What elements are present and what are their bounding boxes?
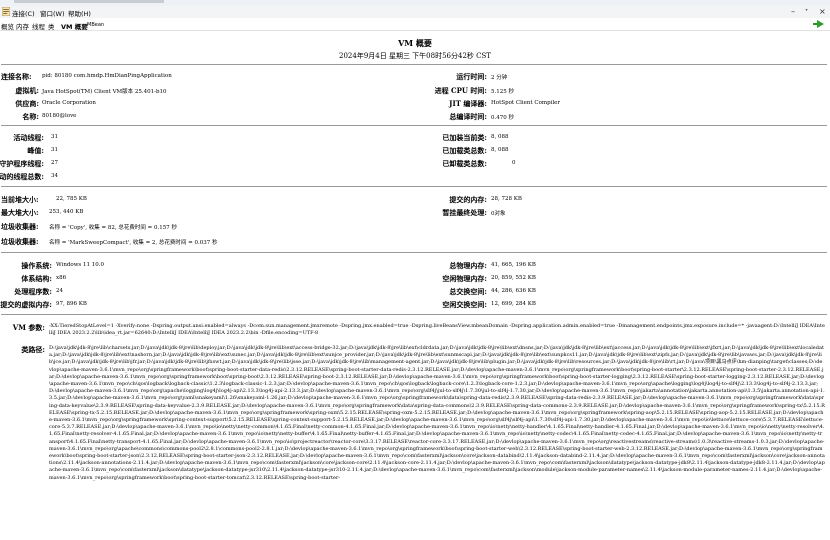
tab-mbeans[interactable]: MBean [87,22,104,28]
tab-threads[interactable]: 线程 [32,21,45,31]
gc1-label: 垃圾收集器: [1,222,39,231]
menu-window[interactable]: 窗口(W) [40,8,65,18]
cpus-value: 24 [56,288,63,294]
menu-help[interactable]: 帮助(H) [68,8,91,18]
tab-bar: 概览 内存 线程 类 VM 概要 MBean [0,18,830,31]
divider [1,125,827,126]
tab-vm-summary[interactable]: VM 概要 [61,21,88,31]
tab-overview[interactable]: 概览 [1,21,14,31]
vendor-value: Oracle Corporation [42,100,96,106]
summary-header: VM 概要 2024年9月4日 星期三 下午08时56分42秒 CST [0,38,830,61]
live-threads-value: 31 [51,134,58,140]
heap-size-value: 22, 785 KB [56,196,87,202]
uptime-label: 运行时间: [456,72,487,81]
gc1-value: 名称 = 'Copy', 收集 = 82, 总花费时间 = 0.157 秒 [49,225,177,231]
process-cpu-value: 5.125 秒 [491,89,514,95]
vm-value: Java HotSpot(TM) Client VM版本 25.401-b10 [42,89,167,95]
live-threads-label: 活动线程: [13,133,44,142]
os-label: 操作系统: [21,261,52,270]
divider [1,186,827,187]
swap-space-label: 总交换空间: [449,287,487,296]
divider [1,314,827,315]
page-title: VM 概要 [398,38,432,48]
classpath-label: 类路径: [21,345,45,354]
classpath-value: D:\java\jdk\jdk-8\jre\lib\charsets.jar;D… [49,345,825,481]
unloaded-classes-label: 已卸载类总数: [442,159,487,168]
connection-name-label: 连接名称: [1,72,32,81]
started-threads-value: 34 [51,173,58,179]
loaded-classes-label: 已加装当前类: [442,133,487,142]
restore-icon[interactable]: ᐩ [805,7,808,16]
gc2-label: 垃圾收集器: [1,237,39,246]
pending-finalization-value: 0对象 [491,211,506,217]
free-physical-memory-value: 20, 859, 552 KB [491,275,536,281]
os-value: Windows 11 10.0 [56,262,104,268]
loaded-classes-value: 8, 088 [491,134,509,140]
heap-size-label: 当前堆大小: [1,195,39,204]
daemon-threads-label: 守护程序线程: [0,159,44,168]
max-heap-label: 最大堆大小: [1,208,39,217]
connection-name-value: pid: 80180 com.hmdp.HmDianPingApplicatio… [42,73,172,79]
physical-memory-label: 总物理内存: [449,261,487,270]
vendor-label: 供应商: [15,99,39,108]
jit-label: JIT 编译器: [449,99,487,108]
unloaded-classes-value: 0 [512,160,516,166]
arch-value: x86 [56,275,67,281]
tab-classes[interactable]: 类 [48,21,55,31]
menu-connection[interactable]: 连接(C) [12,8,35,18]
page-timestamp: 2024年9月4日 星期三 下午08时56分42秒 CST [339,52,491,60]
gc2-value: 名称 = 'MarkSweepCompact', 收集 = 2, 总花费时间 =… [49,240,218,246]
free-swap-space-value: 12, 699, 284 KB [491,301,536,307]
total-loaded-classes-value: 8, 088 [491,147,509,153]
virtual-memory-label: 提交的虚拟内存: [0,300,52,309]
peak-threads-value: 31 [51,147,58,153]
virtual-memory-value: 97, 896 KB [56,301,87,307]
vm-args-value: -XX:TieredStopAtLevel=1 -Xverify:none -D… [49,323,825,337]
compile-time-value: 0.470 秒 [491,115,514,121]
committed-memory-label: 提交的内存: [449,195,487,204]
divider [1,64,827,65]
arch-label: 体系结构: [21,274,52,283]
peak-threads-label: 峰值: [27,146,44,155]
committed-memory-value: 28, 728 KB [491,196,522,202]
free-physical-memory-label: 空闲物理内存: [442,274,487,283]
max-heap-value: 253, 440 KB [49,209,84,215]
connection-status-icon [813,20,824,28]
jit-value: HotSpot Client Compiler [491,100,561,106]
vm-args-label: VM 参数: [12,323,45,332]
vm-label: 虚拟机: [15,86,39,95]
name-label: 名称: [22,112,39,121]
window-title-fragment [14,0,164,3]
free-swap-space-label: 空闲交换空间: [442,300,487,309]
close-icon[interactable]: × [819,7,826,16]
started-threads-label: 启动的线程总数: [0,172,44,181]
jconsole-app-icon [2,7,10,16]
swap-space-value: 44, 286, 636 KB [491,288,536,294]
uptime-value: 2 分钟 [491,75,508,81]
physical-memory-value: 41, 665, 196 KB [491,262,536,268]
minimize-icon[interactable]: – [791,7,795,16]
pending-finalization-label: 暂挂最终处理: [442,208,487,217]
tab-memory[interactable]: 内存 [16,21,29,31]
total-loaded-classes-label: 已加载类总数: [442,146,487,155]
cpus-label: 处理程序数: [14,287,52,296]
name-value: 80180@love [42,113,77,119]
divider [1,252,827,253]
compile-time-label: 总编译时间: [449,112,487,121]
menu-bar: 连接(C) 窗口(W) 帮助(H) – ᐩ × [0,6,830,18]
process-cpu-label: 进程 CPU 时间: [434,86,487,95]
daemon-threads-value: 27 [51,160,58,166]
